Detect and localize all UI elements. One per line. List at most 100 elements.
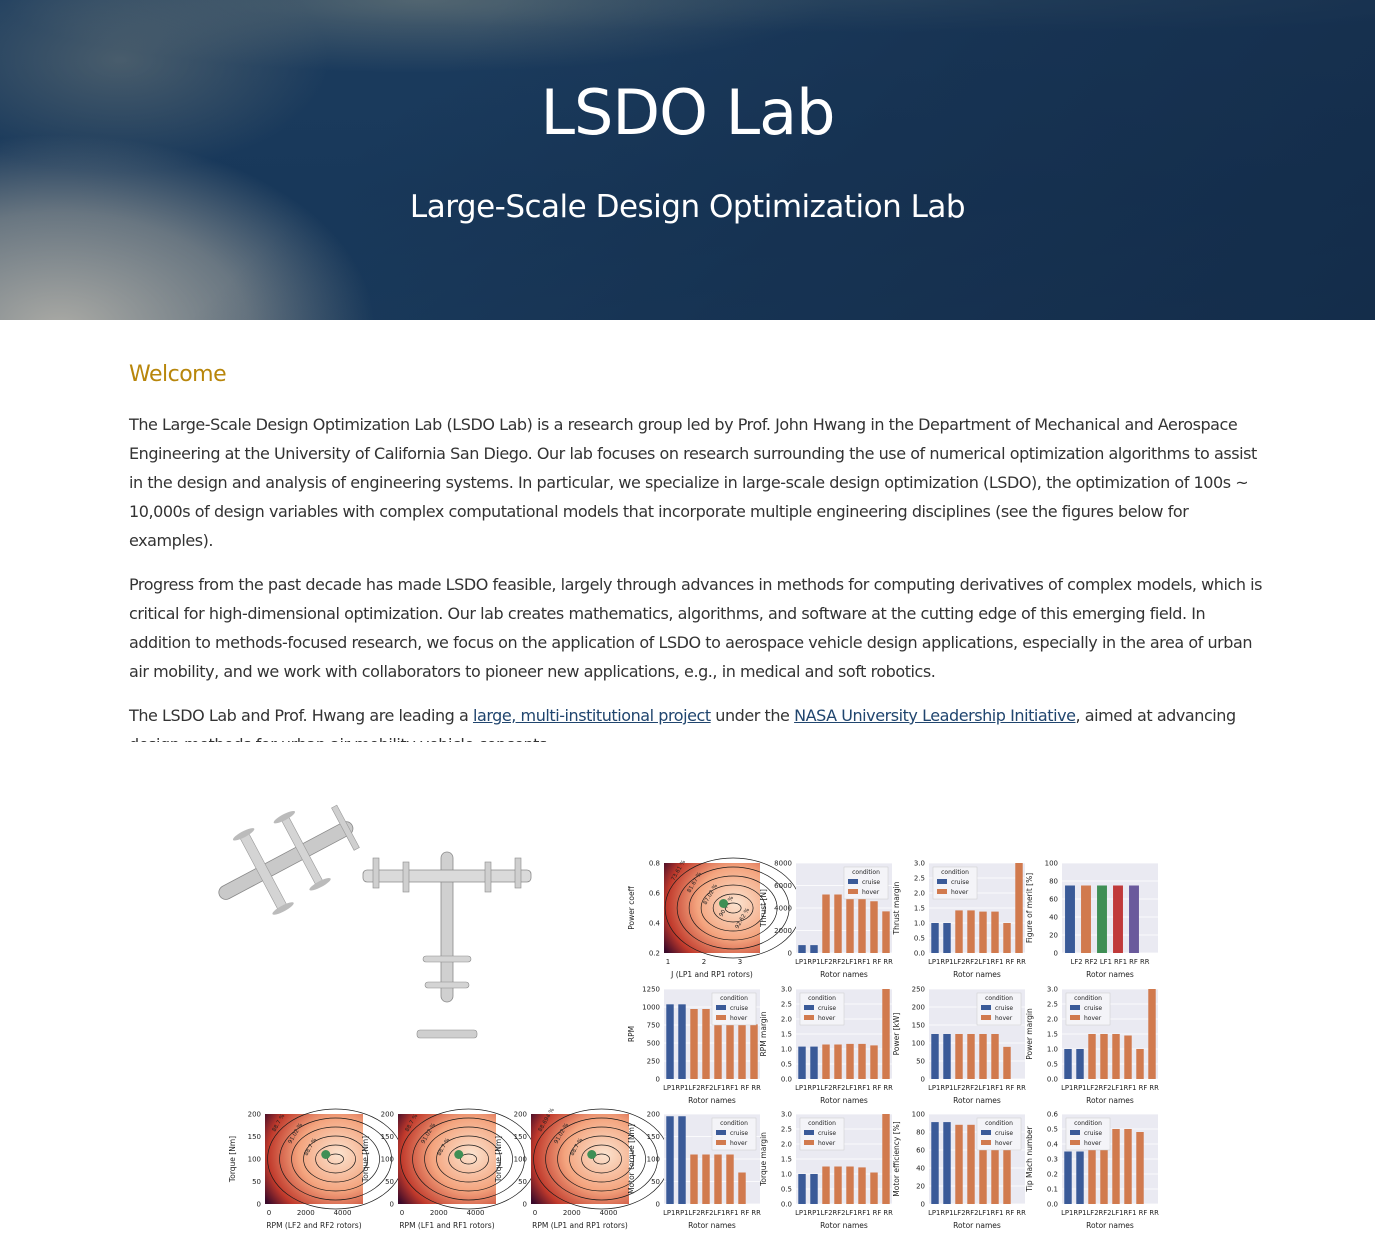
legend-label-hover: hover: [951, 889, 969, 896]
y-tick-label: 0: [788, 950, 792, 958]
y-tick-label: 1.5: [1047, 1031, 1058, 1039]
bar: [931, 1122, 939, 1204]
x-tick-label: 2: [702, 958, 706, 966]
bar: [1088, 1034, 1096, 1079]
y-tick-label: 3.0: [914, 860, 925, 868]
bar: [858, 899, 866, 953]
y-axis-label: Motor efficiency [%]: [892, 1121, 901, 1196]
y-tick-label: 0.4: [649, 920, 661, 928]
y-tick-label: 2.0: [1047, 1016, 1058, 1024]
y-tick-label: 0.3: [1047, 1156, 1058, 1164]
x-tick-label: 4000: [467, 1209, 485, 1217]
bar: [798, 1174, 806, 1204]
y-tick-label: 750: [647, 1022, 660, 1030]
bar: [882, 989, 890, 1079]
x-tick-label: 2000: [297, 1209, 315, 1217]
bar: [690, 1009, 698, 1079]
bar: [1112, 1034, 1120, 1079]
legend-title: condition: [720, 1120, 748, 1127]
y-tick-label: 2.0: [914, 890, 925, 898]
y-axis-label: Thrust [N]: [759, 889, 768, 928]
chart-panel: 0.0 0.5 1.0 1.5 2.0 2.5 3.0 Power margin Rotor n…: [1025, 986, 1159, 1106]
y-axis-label: Thrust margin: [892, 881, 901, 935]
optimum-marker: [321, 1150, 331, 1159]
chart-panel: 0 50 100 150 200 250 Power [kW] Rotor names LP1R…: [892, 986, 1026, 1106]
ulil-project-link[interactable]: large, multi-institutional project: [473, 706, 711, 725]
y-tick-label: 100: [381, 1156, 394, 1164]
chart-legend: condition cruise hover: [711, 1117, 757, 1151]
y-tick-label: 3.0: [781, 986, 792, 994]
chart-legend: condition cruise hover: [976, 1117, 1022, 1151]
y-tick-label: 2.0: [781, 1016, 792, 1024]
bar: [931, 1034, 939, 1079]
y-tick-label: 1.0: [914, 920, 925, 928]
bar: [1064, 1049, 1072, 1079]
y-tick-label: 3.0: [781, 1111, 792, 1119]
y-tick-label: 1.5: [914, 905, 925, 913]
y-axis-label: Torque margin: [759, 1132, 768, 1187]
chart-legend: condition cruise hover: [843, 866, 889, 900]
site-subtitle: Large-Scale Design Optimization Lab: [409, 189, 966, 225]
bar: [1136, 1132, 1144, 1204]
y-tick-label: 0.2: [649, 950, 660, 958]
bar: [1148, 989, 1156, 1079]
y-tick-label: 0.5: [781, 1186, 792, 1194]
legend-label-cruise: cruise: [1084, 1005, 1102, 1012]
x-axis-label: Rotor names: [688, 1221, 736, 1230]
legend-label-hover: hover: [995, 1140, 1013, 1147]
y-tick-label: 0: [921, 1201, 925, 1209]
bar: [738, 1019, 746, 1079]
bar: [870, 1172, 878, 1204]
y-tick-label: 1.0: [781, 1171, 792, 1179]
bar: [1113, 885, 1123, 953]
x-tick-labels: LF2 RF2 LF1 RF1 RF RR: [1071, 958, 1150, 966]
bar: [1129, 885, 1139, 953]
y-tick-label: 100: [912, 1111, 925, 1119]
y-axis-label: Tip Mach number: [1025, 1125, 1034, 1192]
y-axis-label: Figure of merit [%]: [1025, 873, 1034, 943]
x-tick-labels: LP1RP1LF2RF2LF1RF1 RF RR: [795, 958, 893, 966]
y-tick-label: 2000: [774, 927, 792, 935]
x-tick-labels: LP1RP1LF2RF2LF1RF1 RF RR: [928, 958, 1026, 966]
y-tick-label: 150: [514, 1133, 527, 1141]
legend-swatch-hover: [1070, 1140, 1080, 1145]
bar: [822, 1044, 830, 1079]
legend-label-cruise: cruise: [951, 879, 969, 886]
y-tick-label: 0.0: [914, 950, 925, 958]
legend-label-cruise: cruise: [995, 1130, 1013, 1137]
legend-label-hover: hover: [1084, 1140, 1102, 1147]
y-tick-label: 150: [248, 1133, 261, 1141]
chart-panel: 0 50 100 150 200 Torque [Nm] RPM (LP1 and RP1 …: [494, 1107, 670, 1230]
site-title: LSDO Lab: [540, 76, 835, 149]
y-tick-label: 200: [248, 1111, 261, 1119]
y-tick-label: 100: [514, 1156, 527, 1164]
legend-swatch-cruise: [716, 1005, 726, 1010]
y-tick-label: 250: [647, 1058, 660, 1066]
y-tick-label: 50: [385, 1178, 394, 1186]
chart-panel: 0.2 0.4 0.6 0.8 Power coeff J (LP1 and RP1 ro…: [627, 857, 802, 979]
x-tick-label: 0: [400, 1209, 404, 1217]
bar: [810, 1046, 818, 1079]
y-tick-label: 8000: [774, 860, 792, 868]
legend-title: condition: [985, 995, 1013, 1002]
nasa-uli-link[interactable]: NASA University Leadership Initiative: [794, 706, 1076, 725]
legend-label-hover: hover: [995, 1015, 1013, 1022]
legend-swatch-hover: [716, 1015, 726, 1020]
x-axis-label: Rotor names: [688, 1096, 736, 1105]
optimum-marker: [587, 1150, 597, 1159]
bar: [738, 1172, 746, 1204]
y-tick-label: 0.6: [1047, 1111, 1059, 1119]
y-tick-label: 50: [916, 1058, 925, 1066]
x-tick-labels: LP1RP1LF2RF2LF1RF1 RF RR: [1061, 1209, 1159, 1217]
intro-paragraph-1: The Large-Scale Design Optimization Lab …: [129, 415, 1257, 550]
legend-swatch-cruise: [1070, 1005, 1080, 1010]
y-tick-label: 50: [651, 1178, 660, 1186]
welcome-heading: Welcome: [129, 362, 227, 387]
y-tick-label: 100: [248, 1156, 261, 1164]
legend-label-hover: hover: [862, 889, 880, 896]
bar: [810, 1174, 818, 1204]
legend-swatch-hover: [937, 889, 947, 894]
x-axis-label: Rotor names: [1086, 1096, 1134, 1105]
legend-swatch-hover: [716, 1140, 726, 1145]
bar: [846, 1166, 854, 1204]
